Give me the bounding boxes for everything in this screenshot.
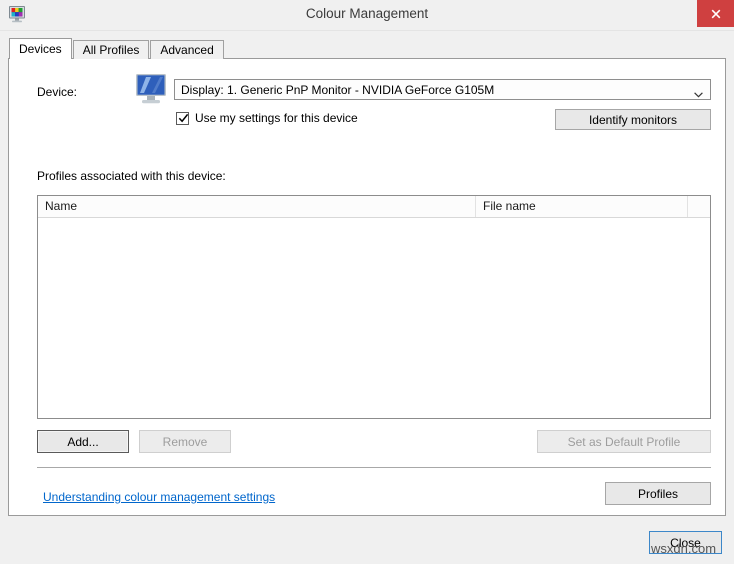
monitor-icon: [131, 72, 171, 108]
set-as-default-profile-button: Set as Default Profile: [537, 430, 711, 453]
profiles-list-header: Name File name: [38, 196, 710, 218]
bottom-bar: Close wsxdn.com: [0, 516, 734, 564]
watermark: wsxdn.com: [651, 541, 716, 556]
device-select[interactable]: Display: 1. Generic PnP Monitor - NVIDIA…: [174, 79, 711, 100]
profiles-button[interactable]: Profiles: [605, 482, 711, 505]
tab-devices[interactable]: Devices: [9, 38, 72, 59]
column-header-file-name[interactable]: File name: [476, 196, 688, 217]
profiles-list-body[interactable]: [38, 218, 710, 418]
device-select-value: Display: 1. Generic PnP Monitor - NVIDIA…: [181, 83, 494, 97]
use-my-settings-label: Use my settings for this device: [195, 111, 358, 125]
profiles-list[interactable]: Name File name: [37, 195, 711, 419]
checkbox-box: [176, 112, 189, 125]
device-label: Device:: [37, 85, 77, 99]
devices-tab-panel: Device: Display: 1. Generic PnP Monitor …: [8, 58, 726, 516]
add-profile-button[interactable]: Add...: [37, 430, 129, 453]
check-icon: [178, 113, 189, 127]
active-tab-notch: [10, 58, 66, 60]
understanding-colour-management-link[interactable]: Understanding colour management settings: [43, 490, 275, 504]
identify-monitors-button[interactable]: Identify monitors: [555, 109, 711, 130]
use-my-settings-checkbox[interactable]: Use my settings for this device: [176, 111, 358, 125]
colour-management-window: Colour Management Devices All Profiles A…: [0, 0, 734, 564]
remove-profile-button: Remove: [139, 430, 231, 453]
window-title: Colour Management: [0, 6, 734, 21]
footer-separator: [37, 467, 711, 468]
tab-all-profiles[interactable]: All Profiles: [73, 40, 150, 59]
close-icon: [710, 8, 722, 20]
chevron-down-icon: [694, 87, 703, 101]
column-header-extra[interactable]: [688, 196, 710, 217]
profiles-associated-label: Profiles associated with this device:: [37, 169, 226, 183]
column-header-name[interactable]: Name: [38, 196, 476, 217]
tab-advanced[interactable]: Advanced: [150, 40, 223, 59]
title-bar: Colour Management: [0, 0, 734, 31]
tab-strip: Devices All Profiles Advanced: [9, 38, 225, 59]
close-window-button[interactable]: [697, 0, 734, 27]
